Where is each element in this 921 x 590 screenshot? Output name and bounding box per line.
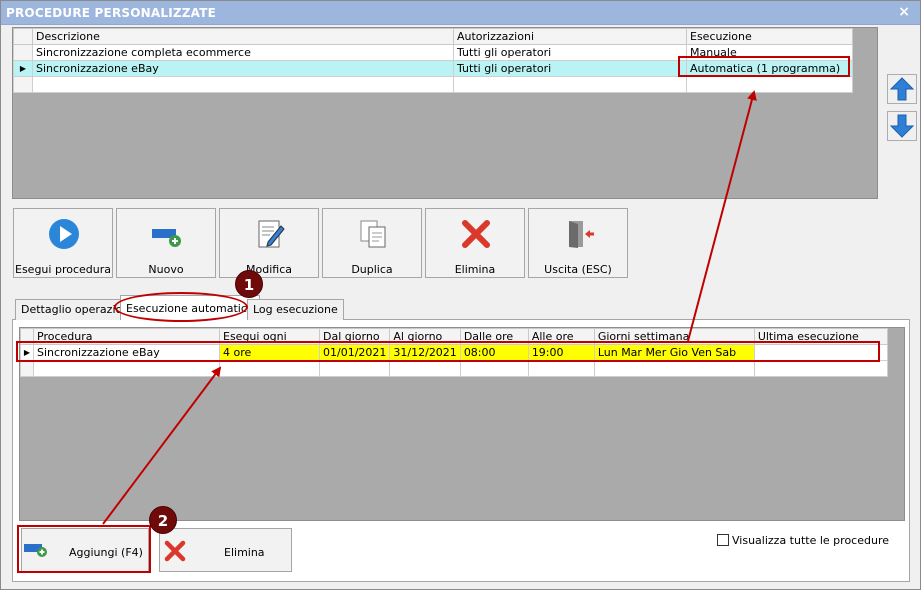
cell-empty[interactable] <box>686 76 853 93</box>
add-item-icon <box>24 544 47 557</box>
column-header[interactable]: Descrizione <box>32 28 454 45</box>
column-header[interactable]: Ultima esecuzione <box>753 328 888 345</box>
column-header[interactable]: Dalle ore <box>459 328 529 345</box>
procedure-window: PROCEDURE PERSONALIZZATE × Descrizione A… <box>0 0 921 590</box>
column-header[interactable]: Procedura <box>33 328 220 345</box>
row-indicator-header <box>13 28 33 45</box>
cell-to-date[interactable]: 31/12/2021 <box>389 344 461 361</box>
cell-empty[interactable] <box>527 360 595 377</box>
cell-last-execution[interactable] <box>753 344 888 361</box>
add-schedule-button[interactable]: Aggiungi (F4) <box>21 528 149 572</box>
column-header[interactable]: Al giorno <box>389 328 461 345</box>
step-badge-1: 1 <box>235 270 263 298</box>
button-label: Aggiungi (F4) <box>69 546 143 559</box>
cell-empty[interactable] <box>593 360 755 377</box>
column-header[interactable]: Autorizzazioni <box>453 28 687 45</box>
cell-empty[interactable] <box>459 360 529 377</box>
table-row[interactable]: Sincronizzazione completa ecommerce Tutt… <box>13 44 853 61</box>
table-row-selected[interactable]: ▶ Sincronizzazione eBay Tutti gli operat… <box>13 60 853 77</box>
arrow-up-icon <box>889 77 915 101</box>
grid-header: Descrizione Autorizzazioni Esecuzione <box>13 28 853 45</box>
button-label: Elimina <box>454 263 496 276</box>
cell-from-date[interactable]: 01/01/2021 <box>318 344 391 361</box>
checkbox-label: Visualizza tutte le procedure <box>732 534 889 547</box>
move-up-button[interactable] <box>887 74 917 104</box>
run-procedure-button[interactable]: Esegui procedura <box>13 208 113 278</box>
row-indicator <box>13 76 33 93</box>
cell-description[interactable]: Sincronizzazione eBay <box>32 60 454 77</box>
delete-button[interactable]: Elimina <box>425 208 525 278</box>
table-row-empty[interactable] <box>20 360 888 377</box>
move-down-button[interactable] <box>887 111 917 141</box>
delete-x-icon <box>164 540 186 562</box>
cell-empty[interactable] <box>33 360 220 377</box>
edit-document-icon <box>258 220 285 248</box>
cell-empty[interactable] <box>32 76 454 93</box>
schedule-grid: Procedura Esegui ogni Dal giorno Al gior… <box>19 327 905 521</box>
window-title: PROCEDURE PERSONALIZZATE <box>6 6 217 20</box>
cell-to-time[interactable]: 19:00 <box>527 344 595 361</box>
row-indicator-header <box>20 328 34 345</box>
row-pointer-icon: ▶ <box>13 60 33 77</box>
edit-button[interactable]: Modifica <box>219 208 319 278</box>
step-badge-2: 2 <box>149 506 177 534</box>
delete-x-icon <box>462 220 490 248</box>
cell-empty[interactable] <box>318 360 391 377</box>
button-label: Elimina <box>224 546 265 559</box>
cell-interval[interactable]: 4 ore <box>219 344 320 361</box>
row-indicator <box>20 360 34 377</box>
tab-execution-log[interactable]: Log esecuzione <box>247 299 344 320</box>
column-header[interactable]: Alle ore <box>527 328 595 345</box>
new-button[interactable]: Nuovo <box>116 208 216 278</box>
button-label: Nuovo <box>148 263 184 276</box>
row-indicator <box>13 44 33 61</box>
checkbox-box[interactable] <box>717 534 729 546</box>
title-bar: PROCEDURE PERSONALIZZATE × <box>1 1 920 25</box>
exit-door-icon <box>569 221 594 248</box>
play-icon <box>49 219 79 249</box>
column-header[interactable]: Esegui ogni <box>219 328 320 345</box>
row-pointer-icon: ▶ <box>20 344 34 361</box>
cell-procedure[interactable]: Sincronizzazione eBay <box>33 344 220 361</box>
cell-empty[interactable] <box>453 76 687 93</box>
cell-execution[interactable]: Automatica (1 programma) <box>686 60 853 77</box>
cell-description[interactable]: Sincronizzazione completa ecommerce <box>32 44 454 61</box>
grid-header: Procedura Esegui ogni Dal giorno Al gior… <box>20 328 888 345</box>
arrow-down-icon <box>889 114 915 138</box>
cell-authorization[interactable]: Tutti gli operatori <box>453 44 687 61</box>
table-row-selected[interactable]: ▶ Sincronizzazione eBay 4 ore 01/01/2021… <box>20 344 888 361</box>
duplicate-button[interactable]: Duplica <box>322 208 422 278</box>
column-header[interactable]: Dal giorno <box>318 328 391 345</box>
close-icon[interactable]: × <box>898 4 910 20</box>
button-label: Esegui procedura <box>15 263 111 276</box>
cell-empty[interactable] <box>753 360 888 377</box>
button-label: Duplica <box>351 263 393 276</box>
button-label: Modifica <box>246 263 292 276</box>
delete-schedule-button[interactable]: Elimina <box>159 528 292 572</box>
cell-from-time[interactable]: 08:00 <box>459 344 529 361</box>
table-row-empty[interactable] <box>13 76 853 93</box>
cell-weekdays[interactable]: Lun Mar Mer Gio Ven Sab <box>593 344 755 361</box>
cell-authorization[interactable]: Tutti gli operatori <box>453 60 687 77</box>
cell-empty[interactable] <box>389 360 461 377</box>
tab-automatic-execution[interactable]: Esecuzione automatica <box>120 295 260 320</box>
procedures-grid: Descrizione Autorizzazioni Esecuzione Si… <box>12 27 878 199</box>
copy-icon <box>360 220 386 248</box>
column-header[interactable]: Giorni settimana <box>593 328 755 345</box>
cell-execution[interactable]: Manuale <box>686 44 853 61</box>
cell-empty[interactable] <box>219 360 320 377</box>
exit-button[interactable]: Uscita (ESC) <box>528 208 628 278</box>
button-label: Uscita (ESC) <box>544 263 612 276</box>
show-all-checkbox[interactable]: Visualizza tutte le procedure <box>717 534 889 547</box>
add-item-icon <box>152 229 181 247</box>
column-header[interactable]: Esecuzione <box>686 28 853 45</box>
